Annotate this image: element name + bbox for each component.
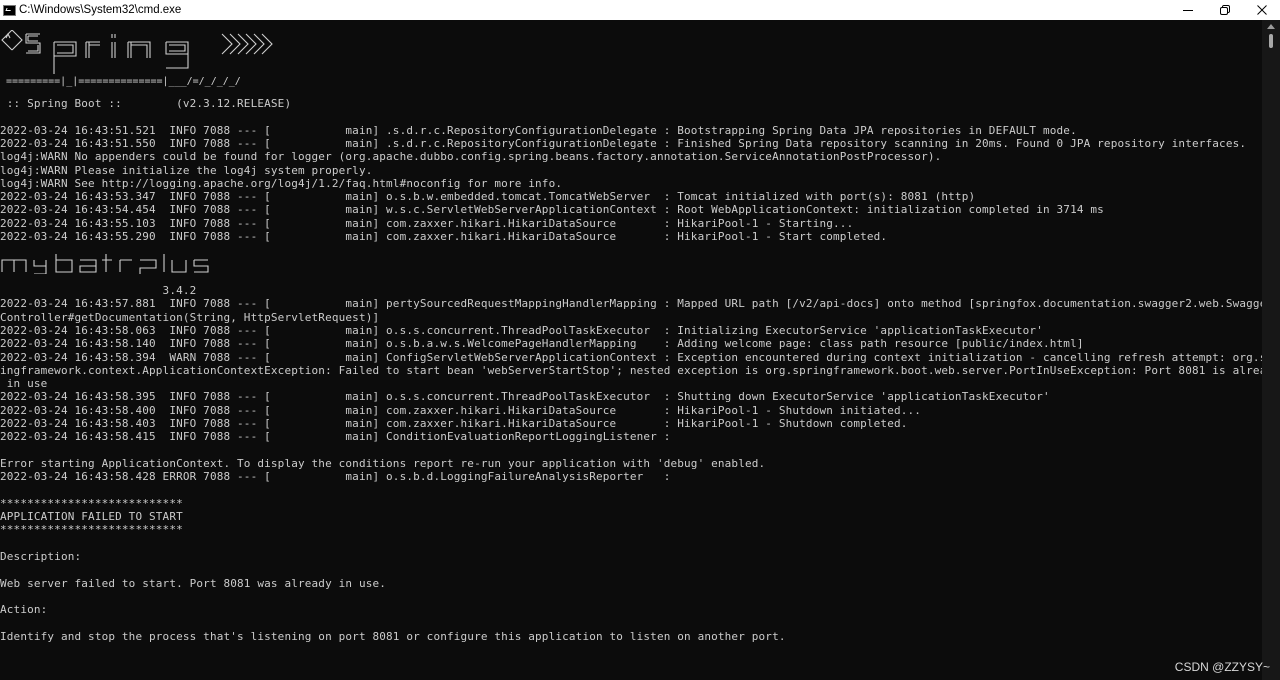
close-button[interactable]: [1243, 0, 1280, 20]
console-line: 2022-03-24 16:43:58.394 WARN 7088 --- [ …: [0, 350, 1262, 364]
console-line: 2022-03-24 16:43:57.881 INFO 7088 --- [ …: [0, 297, 1262, 311]
restore-icon: [1219, 5, 1230, 15]
console-line: 2022-03-24 16:43:51.550 INFO 7088 --- [ …: [0, 136, 1247, 150]
console-line: 2022-03-24 16:43:58.063 INFO 7088 --- [ …: [0, 323, 1043, 337]
scroll-thumb[interactable]: [1269, 34, 1273, 48]
console-line: 2022-03-24 16:43:58.403 INFO 7088 --- [ …: [0, 417, 908, 430]
minimize-button[interactable]: [1169, 0, 1206, 20]
console-line: Web server failed to start. Port 8081 wa…: [0, 576, 387, 590]
console-line: 2022-03-24 16:43:51.521 INFO 7088 --- [ …: [0, 123, 1077, 137]
console-line: ***************************: [0, 496, 183, 510]
console-line: log4j:WARN See http://logging.apache.org…: [0, 176, 563, 190]
console-line: 2022-03-24 16:43:54.454 INFO 7088 --- [ …: [0, 203, 1104, 217]
console-line: 2022-03-24 16:43:58.400 INFO 7088 --- [ …: [0, 403, 922, 417]
console-line: Controller#getDocumentation(String, Http…: [0, 310, 380, 324]
console-line: Action:: [0, 603, 48, 617]
csdn-watermark: CSDN @ZZYSY~: [1174, 660, 1270, 674]
console-line: 2022-03-24 16:43:58.395 INFO 7088 --- [ …: [0, 390, 1050, 404]
console-line: 2022-03-24 16:43:58.428 ERROR 7088 --- […: [0, 470, 671, 484]
console-line: 2022-03-24 16:43:53.347 INFO 7088 --- [ …: [0, 190, 976, 204]
spring-ascii-logo: =========|_|==============|___/=/_/_/_/: [1, 30, 273, 87]
console-line: log4j:WARN No appenders could be found f…: [0, 150, 942, 164]
console-line: :: Spring Boot :: (v2.3.12.RELEASE): [0, 97, 292, 110]
console-line: Identify and stop the process that's lis…: [0, 629, 786, 643]
close-icon: [1256, 5, 1267, 15]
console-line: Description:: [0, 550, 82, 563]
mybatis-plus-ascii-logo: [1, 254, 209, 274]
console-line: Error starting ApplicationContext. To di…: [0, 456, 766, 470]
cmd-app-icon[interactable]: [3, 4, 16, 16]
console-line: in use: [0, 377, 48, 391]
console-line: 2022-03-24 16:43:55.290 INFO 7088 --- [ …: [0, 230, 888, 243]
window-titlebar[interactable]: C:\Windows\System32\cmd.exe: [0, 0, 1280, 20]
console-line: ***************************: [0, 523, 183, 537]
console-line: ingframework.context.ApplicationContextE…: [0, 363, 1262, 377]
console-line: 2022-03-24 16:43:55.103 INFO 7088 --- [ …: [0, 216, 854, 230]
console-line: 3.4.2: [0, 284, 197, 297]
restore-button[interactable]: [1206, 0, 1243, 20]
console-line: 2022-03-24 16:43:58.415 INFO 7088 --- [ …: [0, 430, 671, 444]
scroll-up-icon[interactable]: [1267, 24, 1275, 29]
console-line: 2022-03-24 16:43:58.140 INFO 7088 --- [ …: [0, 337, 1084, 351]
console-output[interactable]: =========|_|==============|___/=/_/_/_/ …: [0, 20, 1262, 680]
window-controls: [1169, 0, 1280, 20]
vertical-scrollbar[interactable]: [1262, 20, 1280, 680]
console-line: log4j:WARN Please initialize the log4j s…: [0, 163, 373, 177]
svg-text:=========|_|==============|___: =========|_|==============|___/=/_/_/_/: [6, 76, 241, 87]
minimize-icon: [1182, 10, 1193, 11]
window-title: C:\Windows\System32\cmd.exe: [19, 4, 182, 16]
console-line: APPLICATION FAILED TO START: [0, 510, 183, 524]
